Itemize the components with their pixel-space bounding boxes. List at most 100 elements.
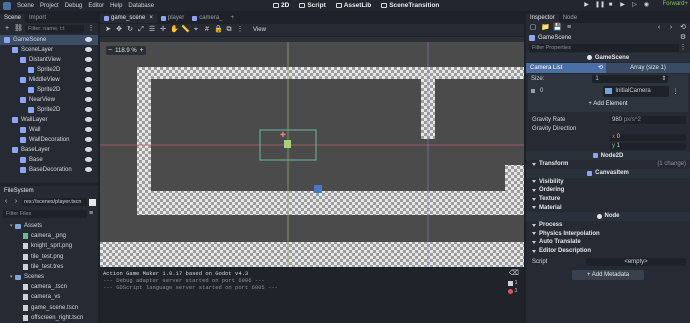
- file-item[interactable]: camera_.png: [0, 231, 98, 241]
- visibility-eye-icon[interactable]: [85, 167, 92, 172]
- visibility-eye-icon[interactable]: [85, 37, 92, 42]
- visibility-eye-icon[interactable]: [85, 137, 92, 142]
- scale-tool-icon[interactable]: ⤢: [137, 26, 145, 34]
- add-element-button[interactable]: + Add Element: [532, 100, 684, 108]
- scene-tree-item[interactable]: Wall: [0, 125, 98, 135]
- tab-camera[interactable]: camera_: [188, 14, 226, 23]
- camera-list-label[interactable]: Camera List ⟲: [526, 63, 606, 73]
- scene-tree-item[interactable]: Sprite2D: [0, 85, 98, 95]
- spin-icon[interactable]: ⇕: [661, 75, 666, 83]
- movie-icon[interactable]: ◉: [643, 1, 650, 9]
- inspector-filter-input[interactable]: Filter Properties: [529, 44, 679, 52]
- scene-tree-item[interactable]: BaseLayer: [0, 145, 98, 155]
- tab-game-scene[interactable]: game_scene ×: [100, 14, 157, 23]
- scene-tree-item[interactable]: MiddleView: [0, 75, 98, 85]
- section-canvasitem[interactable]: CanvasItem: [526, 168, 690, 178]
- pivot-icon[interactable]: ✛: [159, 26, 167, 34]
- file-item[interactable]: game_scene.tscn: [0, 303, 98, 313]
- play-custom-icon[interactable]: ▷: [631, 1, 638, 9]
- select-tool-icon[interactable]: ➤: [104, 26, 112, 34]
- camera-node-icon[interactable]: [284, 140, 291, 148]
- inspector-category[interactable]: Editor Description: [526, 247, 690, 256]
- inspector-category[interactable]: Process: [526, 221, 690, 230]
- forward-icon[interactable]: ›: [12, 198, 20, 206]
- group-icon[interactable]: ⧉: [225, 26, 233, 34]
- scene-tree-item[interactable]: NearView: [0, 95, 98, 105]
- menu-database[interactable]: Database: [125, 3, 157, 9]
- inspector-options-icon[interactable]: ⋮: [679, 44, 687, 52]
- scene-tree-item[interactable]: Sprite2D: [0, 105, 98, 115]
- tab-import[interactable]: Import: [25, 14, 50, 23]
- add-node-icon[interactable]: +: [3, 25, 11, 33]
- sort-icon[interactable]: ≡: [87, 210, 95, 218]
- pan-tool-icon[interactable]: ✋: [170, 26, 179, 34]
- workspace-script[interactable]: Script: [294, 2, 330, 9]
- workspace-assetlib[interactable]: AssetLib: [331, 2, 376, 9]
- player-sprite[interactable]: [314, 185, 322, 193]
- file-item[interactable]: knight_sprt.png: [0, 241, 98, 251]
- filesystem-filter-input[interactable]: Filter Files: [3, 209, 87, 218]
- warning-badge[interactable]: 1: [508, 280, 518, 286]
- tab-scene[interactable]: Scene: [0, 14, 26, 23]
- menu-scene[interactable]: Scene: [14, 3, 37, 9]
- filesystem-path-input[interactable]: res://scenes/player.tscn: [22, 198, 87, 206]
- array-item-value[interactable]: InitialCamera: [603, 85, 670, 97]
- visibility-eye-icon[interactable]: [85, 57, 92, 62]
- options-icon[interactable]: ⋮: [87, 25, 95, 33]
- folder-item[interactable]: ▾ Scenes: [0, 272, 98, 282]
- gravity-y-input[interactable]: y 1: [610, 142, 686, 150]
- stop-icon[interactable]: ■: [607, 1, 614, 9]
- visibility-eye-icon[interactable]: [85, 67, 92, 72]
- renderer-select[interactable]: Forward+: [662, 1, 688, 7]
- clear-output-icon[interactable]: ⌫: [509, 270, 519, 278]
- snap-icon[interactable]: ⌖: [192, 26, 200, 34]
- visibility-eye-icon[interactable]: [85, 107, 92, 112]
- zoom-level[interactable]: 118.9 %: [115, 48, 137, 54]
- close-icon[interactable]: ×: [149, 14, 153, 23]
- save-resource-icon[interactable]: 💾: [553, 24, 562, 32]
- viewport-2d[interactable]: ✚ − 118.9 % +: [100, 37, 524, 267]
- workspace-2d[interactable]: 2D: [268, 2, 294, 9]
- section-gamescene[interactable]: GameScene: [526, 53, 690, 62]
- play-icon[interactable]: ▶: [583, 1, 590, 9]
- tune-icon[interactable]: ≡: [565, 24, 573, 32]
- visibility-eye-icon[interactable]: [85, 47, 92, 52]
- new-resource-icon[interactable]: ▢: [529, 24, 537, 32]
- lock-icon[interactable]: 🔒: [214, 26, 223, 34]
- workspace-scenetransition[interactable]: SceneTransition: [376, 2, 444, 9]
- inspector-category[interactable]: Visibility: [526, 178, 690, 187]
- menu-project[interactable]: Project: [37, 3, 62, 9]
- gravity-rate-input[interactable]: 980 px/s^2: [610, 115, 686, 124]
- gravity-x-input[interactable]: x 0: [610, 133, 686, 141]
- open-resource-icon[interactable]: 📁: [541, 24, 550, 32]
- visibility-eye-icon[interactable]: [85, 97, 92, 102]
- visibility-eye-icon[interactable]: [85, 77, 92, 82]
- inspector-category[interactable]: Auto Translate: [526, 238, 690, 247]
- tab-player[interactable]: player: [157, 14, 188, 23]
- list-select-icon[interactable]: ☰: [148, 26, 156, 34]
- pause-icon[interactable]: ❚❚: [595, 1, 605, 9]
- add-metadata-button[interactable]: + Add Metadata: [572, 270, 644, 281]
- rotate-tool-icon[interactable]: ↻: [126, 26, 134, 34]
- scene-filter-input[interactable]: Filter: name, t:t: [25, 25, 84, 33]
- inspector-category[interactable]: Texture: [526, 195, 690, 204]
- scene-tree-item[interactable]: BaseDecoration: [0, 165, 98, 175]
- file-item[interactable]: tile_test.png: [0, 252, 98, 262]
- scene-tree-item[interactable]: DistantView: [0, 55, 98, 65]
- array-size-input[interactable]: 1 ⇕: [592, 75, 669, 83]
- file-item[interactable]: tile_test.tres: [0, 262, 98, 272]
- visibility-eye-icon[interactable]: [85, 87, 92, 92]
- scene-tree-item[interactable]: SceneLayer: [0, 45, 98, 55]
- section-node[interactable]: Node: [526, 211, 690, 221]
- scene-tree-item[interactable]: WallDecoration: [0, 135, 98, 145]
- history-forward-icon[interactable]: ›: [667, 24, 675, 32]
- history-icon[interactable]: ⟲: [679, 24, 687, 32]
- drag-handle-icon[interactable]: [531, 89, 535, 93]
- file-item[interactable]: camera_vs: [0, 292, 98, 302]
- menu-debug[interactable]: Debug: [62, 3, 86, 9]
- section-node2d[interactable]: Node2D: [526, 151, 690, 160]
- scene-tree-item[interactable]: Base: [0, 155, 98, 165]
- split-mode-icon[interactable]: [89, 198, 96, 206]
- tab-inspector[interactable]: Inspector: [526, 14, 559, 23]
- tab-node[interactable]: Node: [559, 14, 581, 23]
